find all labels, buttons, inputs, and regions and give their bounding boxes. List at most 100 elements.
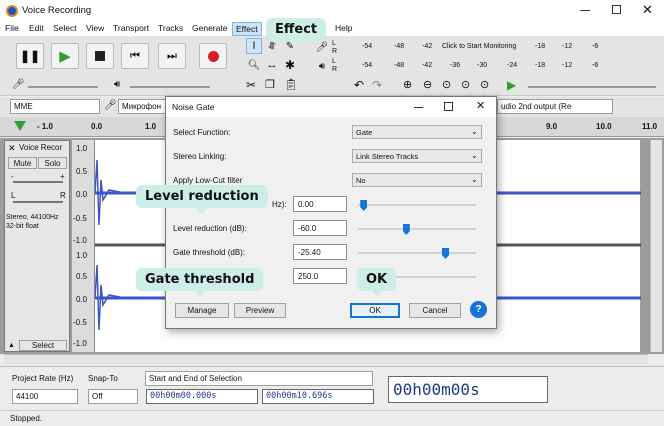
play-at-speed-slider[interactable] [528, 86, 656, 88]
selection-end-time[interactable]: 00h00m10.696s [262, 389, 374, 404]
gate-threshold-input[interactable]: -25.40 [293, 244, 347, 260]
menu-select[interactable]: Select [53, 23, 77, 33]
record-icon [207, 50, 219, 62]
playback-meter[interactable]: LR -54 -48 -42 -36 -30 -24 -18 -12 -6 [332, 58, 662, 74]
undo-icon[interactable]: ↶ [354, 78, 364, 92]
menu-edit[interactable]: Edit [29, 23, 44, 33]
snap-to-select[interactable]: Off [88, 389, 138, 404]
menu-file[interactable]: File [5, 23, 19, 33]
gate-threshold-slider[interactable] [442, 248, 449, 259]
select-track-button[interactable]: Select [19, 340, 67, 351]
dialog-maximize-button[interactable] [444, 102, 453, 111]
selection-mode-select[interactable]: Start and End of Selection [145, 371, 373, 386]
cancel-button[interactable]: Cancel [409, 303, 461, 318]
gate-threshold-slider-track[interactable] [358, 252, 476, 254]
selection-tool-icon[interactable]: I [246, 38, 262, 54]
playback-volume-slider[interactable] [130, 86, 210, 88]
audio-position-time[interactable]: 00h00m00s [388, 376, 548, 403]
gain-slider[interactable] [13, 181, 63, 183]
menu-transport[interactable]: Transport [113, 23, 149, 33]
zoom-toggle-icon[interactable]: ⊙ [480, 78, 489, 91]
speaker-meter-icon[interactable]: 🔊︎ [314, 58, 330, 74]
close-button[interactable]: ✕ [642, 2, 653, 18]
zoom-in-icon[interactable]: ⊕ [403, 78, 412, 91]
hz-slider[interactable] [360, 200, 368, 211]
pan-left-label: L [11, 191, 16, 200]
low-cut-combo[interactable]: No [352, 173, 482, 187]
playback-volume-icon: 🔊︎ [114, 79, 121, 90]
dialog-minimize-button[interactable] [414, 107, 423, 108]
track-name-menu[interactable]: Voice Recor [19, 143, 62, 152]
zoom-out-icon[interactable]: ⊖ [423, 78, 432, 91]
ruler-tick: 9.0 [546, 122, 558, 131]
track-control-panel[interactable]: ✕ Voice Recor Mute Solo - + L R Stereo, … [4, 140, 70, 352]
input-device-select[interactable]: Микрофон [118, 99, 166, 114]
play-at-speed-icon[interactable]: ▶ [507, 78, 516, 92]
audio-host-select[interactable]: MME [10, 99, 100, 114]
menu-generate[interactable]: Generate [192, 23, 227, 33]
record-meter[interactable]: LR -54 -48 -42 Click to Start Monitoring… [332, 40, 662, 56]
record-button[interactable] [199, 43, 227, 69]
project-rate-label: Project Rate (Hz) [12, 374, 74, 383]
meter-tick: -24 [507, 62, 518, 69]
mute-button[interactable]: Mute [8, 157, 37, 169]
menu-help[interactable]: Help [335, 23, 352, 33]
record-meter-hint[interactable]: Click to Start Monitoring [442, 43, 516, 50]
horizontal-scrollbar[interactable] [4, 354, 648, 364]
selection-toolbar: Project Rate (Hz) 44100 Snap-To Off Star… [0, 366, 664, 410]
hz-slider-track[interactable] [358, 204, 476, 206]
dialog-close-button[interactable]: ✕ [476, 99, 485, 112]
output-device-select[interactable]: udio 2nd output (Re [497, 99, 613, 114]
menu-view[interactable]: View [86, 23, 104, 33]
manage-button[interactable]: Manage [175, 303, 229, 318]
level-reduction-input[interactable]: -60.0 [293, 220, 347, 236]
skip-end-button[interactable]: ⏭ [158, 43, 186, 69]
preview-button[interactable]: Preview [234, 303, 286, 318]
play-button[interactable]: ▶ [51, 43, 79, 69]
stop-button[interactable] [86, 43, 114, 69]
selection-start-time[interactable]: 00h00m00.000s [146, 389, 258, 404]
solo-button[interactable]: Solo [38, 157, 67, 169]
hz-input[interactable]: 0.00 [293, 196, 347, 212]
maximize-button[interactable] [612, 5, 621, 14]
pause-button[interactable]: ❚❚ [16, 43, 44, 69]
meter-tick: -42 [422, 62, 433, 69]
scale-label: 1.0 [76, 144, 88, 153]
menu-effect[interactable]: Effect [232, 22, 262, 36]
pan-slider[interactable] [13, 201, 63, 203]
cut-icon[interactable]: ✂ [246, 78, 256, 92]
minimize-button[interactable] [580, 10, 590, 11]
ok-button[interactable]: OK [350, 303, 400, 318]
dialog-title-bar: Noise Gate ✕ [166, 97, 496, 117]
project-rate-select[interactable]: 44100 [12, 389, 78, 404]
stop-icon [95, 51, 105, 61]
callout-ok: OK [357, 268, 397, 297]
timeshift-tool-icon[interactable]: ↔ [264, 57, 280, 73]
track-close-icon[interactable]: ✕ [8, 143, 16, 154]
meter-tick: -42 [422, 43, 433, 50]
paste-icon[interactable]: 📋︎ [284, 78, 298, 91]
meter-tick: -48 [394, 43, 405, 50]
copy-icon[interactable]: ❐ [265, 78, 275, 91]
microphone-meter-icon[interactable]: 🎤︎ [314, 39, 330, 55]
fit-selection-icon[interactable]: ⊙ [442, 78, 451, 91]
stereo-linking-combo[interactable]: Link Stereo Tracks [352, 149, 482, 163]
level-reduction-slider-track[interactable] [358, 228, 476, 230]
skip-start-button[interactable]: ⏮ [121, 43, 149, 69]
fit-project-icon[interactable]: ⊙ [461, 78, 470, 91]
meter-tick: -54 [362, 62, 373, 69]
vertical-scrollbar[interactable] [650, 140, 662, 352]
attack-input[interactable]: 250.0 [293, 268, 347, 284]
collapse-track-icon[interactable]: ▲ [8, 342, 15, 349]
track-format-info: Stereo, 44100Hz 32-bit float [6, 214, 59, 230]
select-function-combo[interactable]: Gate [352, 125, 482, 139]
menu-tracks[interactable]: Tracks [158, 23, 183, 33]
redo-icon[interactable]: ↷ [372, 78, 382, 92]
zoom-tool-icon[interactable]: 🔍︎ [246, 57, 262, 73]
multi-tool-icon[interactable]: ✱ [282, 57, 298, 73]
record-volume-slider[interactable] [28, 86, 98, 88]
meter-tick: -12 [562, 62, 573, 69]
select-function-label: Select Function: [173, 128, 231, 137]
help-button[interactable]: ? [470, 301, 487, 318]
level-reduction-slider[interactable] [402, 224, 410, 235]
